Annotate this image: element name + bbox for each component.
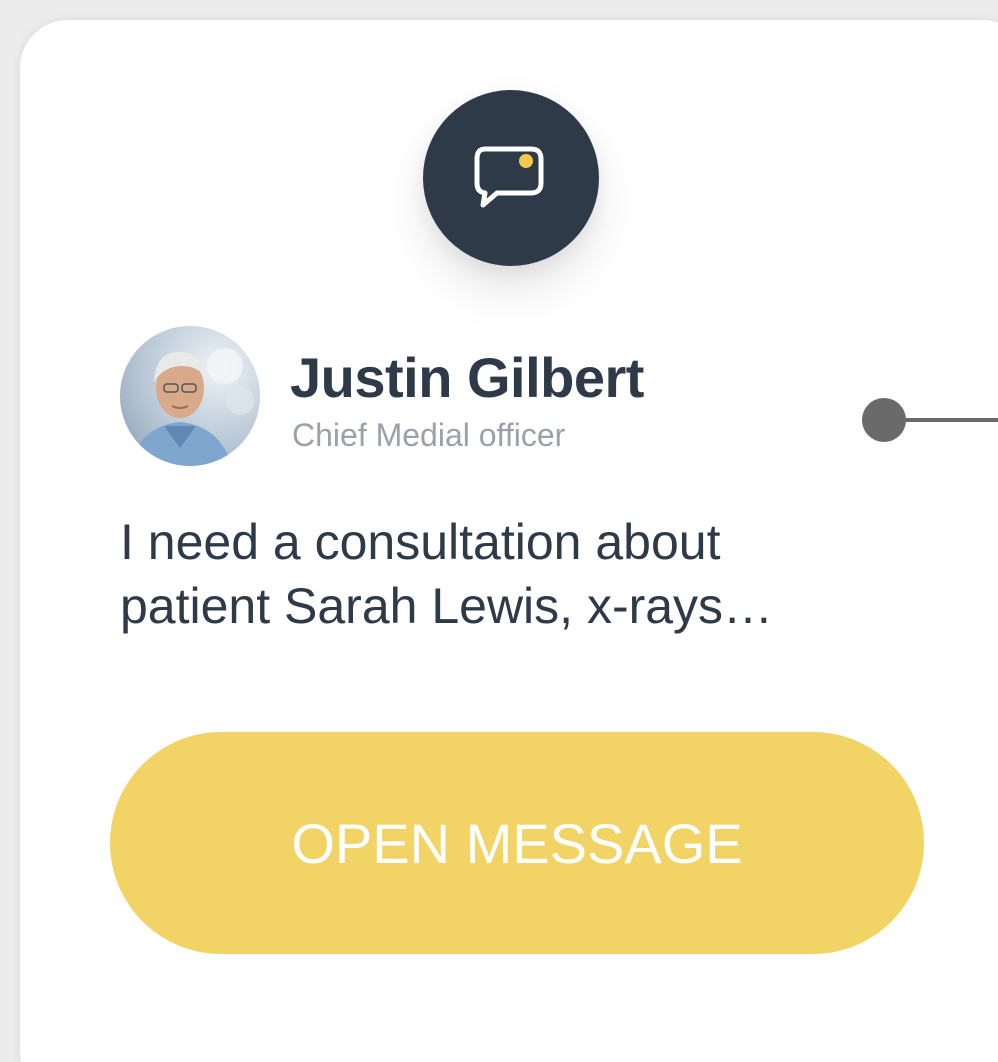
sender-name: Justin Gilbert [290,346,644,409]
unread-dot-icon [519,154,533,168]
message-badge [423,90,599,266]
open-message-button-label: OPEN MESSAGE [291,811,743,875]
message-preview-line: I need a consultation about [120,514,721,570]
message-preview-line: patient Sarah Lewis, x-rays… [120,578,774,634]
avatar [120,326,260,466]
message-preview: I need a consultation about patient Sara… [120,510,900,638]
chat-bubble-icon [471,143,551,213]
connector-line [902,418,998,422]
connector-dot [862,398,906,442]
open-message-button[interactable]: OPEN MESSAGE [110,732,924,954]
connector-handle [862,398,998,442]
page-background: Justin Gilbert Chief Medial officer I ne… [0,0,998,1062]
sender-role: Chief Medial officer [292,417,566,453]
